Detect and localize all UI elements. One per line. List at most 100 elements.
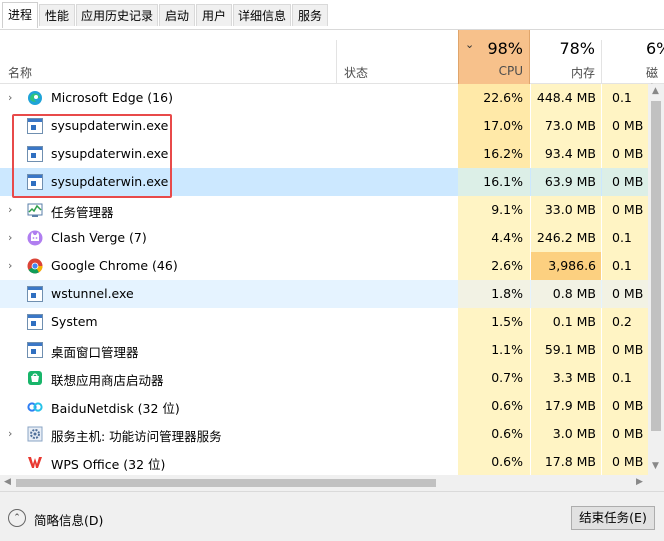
cpu-value: 17.0% xyxy=(458,112,530,140)
table-row[interactable]: System 1.5% 0.1 MB 0.2 MB xyxy=(0,308,648,336)
table-row[interactable]: BaiduNetdisk (32 位) 0.6% 17.9 MB 0 MB xyxy=(0,392,648,420)
memory-value: 63.9 MB xyxy=(531,168,601,196)
scroll-up-icon[interactable]: ▲ xyxy=(652,86,659,96)
cpu-value: 0.6% xyxy=(458,392,530,420)
disk-total-percent: 6% xyxy=(646,39,664,58)
tab-users[interactable]: 用户 xyxy=(196,4,232,26)
table-row[interactable]: sysupdaterwin.exe 16.1% 63.9 MB 0 MB xyxy=(0,168,648,196)
tab-services[interactable]: 服务 xyxy=(292,4,328,26)
table-row[interactable]: WPS Office (32 位) 0.6% 17.8 MB 0 MB xyxy=(0,448,648,475)
tab-performance[interactable]: 性能 xyxy=(39,4,75,26)
cpu-total-percent: 98% xyxy=(487,39,523,58)
process-name: System xyxy=(51,314,98,329)
process-name: 服务主机: 功能访问管理器服务 xyxy=(51,429,222,444)
process-name: sysupdaterwin.exe xyxy=(51,146,169,161)
memory-value: 3.3 MB xyxy=(531,364,601,392)
table-row[interactable]: › 服务主机: 功能访问管理器服务 0.6% 3.0 MB 0 MB xyxy=(0,420,648,448)
scroll-down-icon[interactable]: ▼ xyxy=(652,461,659,471)
baidu-netdisk-icon xyxy=(27,402,43,412)
cpu-value: 0.6% xyxy=(458,448,530,475)
table-row[interactable]: › Clash Verge (7) 4.4% 246.2 MB 0.1 MB xyxy=(0,224,648,252)
memory-value: 17.8 MB xyxy=(531,448,601,475)
exe-icon xyxy=(27,118,43,134)
memory-value: 448.4 MB xyxy=(531,84,601,112)
column-cpu[interactable]: ⌄ 98% CPU xyxy=(458,30,530,84)
process-name: WPS Office (32 位) xyxy=(51,457,166,472)
process-name: Clash Verge (7) xyxy=(51,230,147,245)
cpu-value: 22.6% xyxy=(458,84,530,112)
disk-value: 0 MB xyxy=(602,392,648,420)
cpu-value: 9.1% xyxy=(458,196,530,224)
memory-value: 93.4 MB xyxy=(531,140,601,168)
table-row[interactable]: sysupdaterwin.exe 16.2% 93.4 MB 0 MB xyxy=(0,140,648,168)
expand-chevron-icon[interactable]: › xyxy=(8,259,12,272)
cpu-value: 16.2% xyxy=(458,140,530,168)
disk-value: 0 MB xyxy=(602,420,648,448)
table-row[interactable]: › 任务管理器 9.1% 33.0 MB 0 MB xyxy=(0,196,648,224)
task-manager-icon xyxy=(27,203,43,217)
cpu-value: 16.1% xyxy=(458,168,530,196)
disk-value: 0.2 MB xyxy=(602,308,648,336)
cpu-value: 0.6% xyxy=(458,420,530,448)
expand-chevron-icon[interactable]: › xyxy=(8,427,12,440)
table-row[interactable]: sysupdaterwin.exe 17.0% 73.0 MB 0 MB xyxy=(0,112,648,140)
table-row[interactable]: › Google Chrome (46) 2.6% 3,986.6 MB 0.1… xyxy=(0,252,648,301)
process-name: 桌面窗口管理器 xyxy=(51,345,139,360)
expand-chevron-icon[interactable]: › xyxy=(8,91,12,104)
table-row[interactable]: › Microsoft Edge (16) 22.6% 448.4 MB 0.1… xyxy=(0,84,648,112)
table-row[interactable]: 联想应用商店启动器 0.7% 3.3 MB 0.1 MB xyxy=(0,364,648,392)
memory-value: 73.0 MB xyxy=(531,112,601,140)
disk-value: 0 MB xyxy=(602,196,648,224)
memory-value: 246.2 MB xyxy=(531,224,601,252)
gear-icon xyxy=(27,426,43,442)
horizontal-scrollbar[interactable]: ◀ ▶ xyxy=(0,475,648,491)
memory-column-label: 内存 xyxy=(570,66,595,80)
disk-value: 0 MB xyxy=(602,336,648,364)
table-row[interactable]: 桌面窗口管理器 1.1% 59.1 MB 0 MB xyxy=(0,336,648,364)
process-name: sysupdaterwin.exe xyxy=(51,174,169,189)
process-list: › Microsoft Edge (16) 22.6% 448.4 MB 0.1… xyxy=(0,84,648,475)
scroll-thumb[interactable] xyxy=(16,479,436,487)
cpu-value: 1.8% xyxy=(458,280,530,308)
table-row[interactable]: wstunnel.exe 1.8% 0.8 MB 0 MB xyxy=(0,280,648,308)
column-name[interactable]: 名称 xyxy=(8,64,32,81)
process-name: Google Chrome (46) xyxy=(51,258,178,273)
cpu-value: 4.4% xyxy=(458,224,530,252)
scroll-right-icon[interactable]: ▶ xyxy=(636,477,643,487)
process-name: BaiduNetdisk (32 位) xyxy=(51,401,180,416)
memory-value: 0.1 MB xyxy=(531,308,601,336)
tab-startup[interactable]: 启动 xyxy=(159,4,195,26)
chevron-up-icon[interactable]: ⌃ xyxy=(8,509,26,527)
cpu-value: 1.1% xyxy=(458,336,530,364)
tab-processes[interactable]: 进程 xyxy=(2,2,38,28)
footer-bar: ⌃ 简略信息(D) 结束任务(E) xyxy=(0,491,664,541)
vertical-scrollbar[interactable]: ▲ ▼ xyxy=(648,84,664,475)
scroll-thumb[interactable] xyxy=(651,101,661,431)
disk-value: 0 MB xyxy=(602,448,648,475)
scroll-left-icon[interactable]: ◀ xyxy=(4,477,11,487)
expand-chevron-icon[interactable]: › xyxy=(8,231,12,244)
exe-icon xyxy=(27,342,43,358)
chevron-down-icon: ⌄ xyxy=(465,38,475,51)
disk-value: 0.1 MB xyxy=(602,84,648,112)
cpu-value: 1.5% xyxy=(458,308,530,336)
memory-value: 33.0 MB xyxy=(531,196,601,224)
tab-app-history[interactable]: 应用历史记录 xyxy=(76,4,158,26)
expand-chevron-icon[interactable]: › xyxy=(8,203,12,216)
process-name: 联想应用商店启动器 xyxy=(51,373,164,388)
end-task-button[interactable]: 结束任务(E) xyxy=(571,506,655,530)
disk-value: 0 MB xyxy=(602,280,648,308)
column-disk[interactable]: 6% 磁盘 xyxy=(602,30,664,97)
column-divider[interactable] xyxy=(336,40,337,84)
cpu-column-label: CPU xyxy=(498,64,523,78)
fewer-details-link[interactable]: 简略信息(D) xyxy=(34,510,103,529)
tab-details[interactable]: 详细信息 xyxy=(233,4,291,26)
disk-value: 0.1 MB xyxy=(602,224,648,252)
column-status[interactable]: 状态 xyxy=(344,64,368,81)
exe-icon xyxy=(27,146,43,162)
disk-value: 0 MB xyxy=(602,140,648,168)
cpu-value: 2.6% xyxy=(458,252,530,280)
disk-value: 0 MB xyxy=(602,112,648,140)
lenovo-store-icon xyxy=(28,371,42,385)
column-memory[interactable]: 78% 内存 xyxy=(531,30,601,84)
